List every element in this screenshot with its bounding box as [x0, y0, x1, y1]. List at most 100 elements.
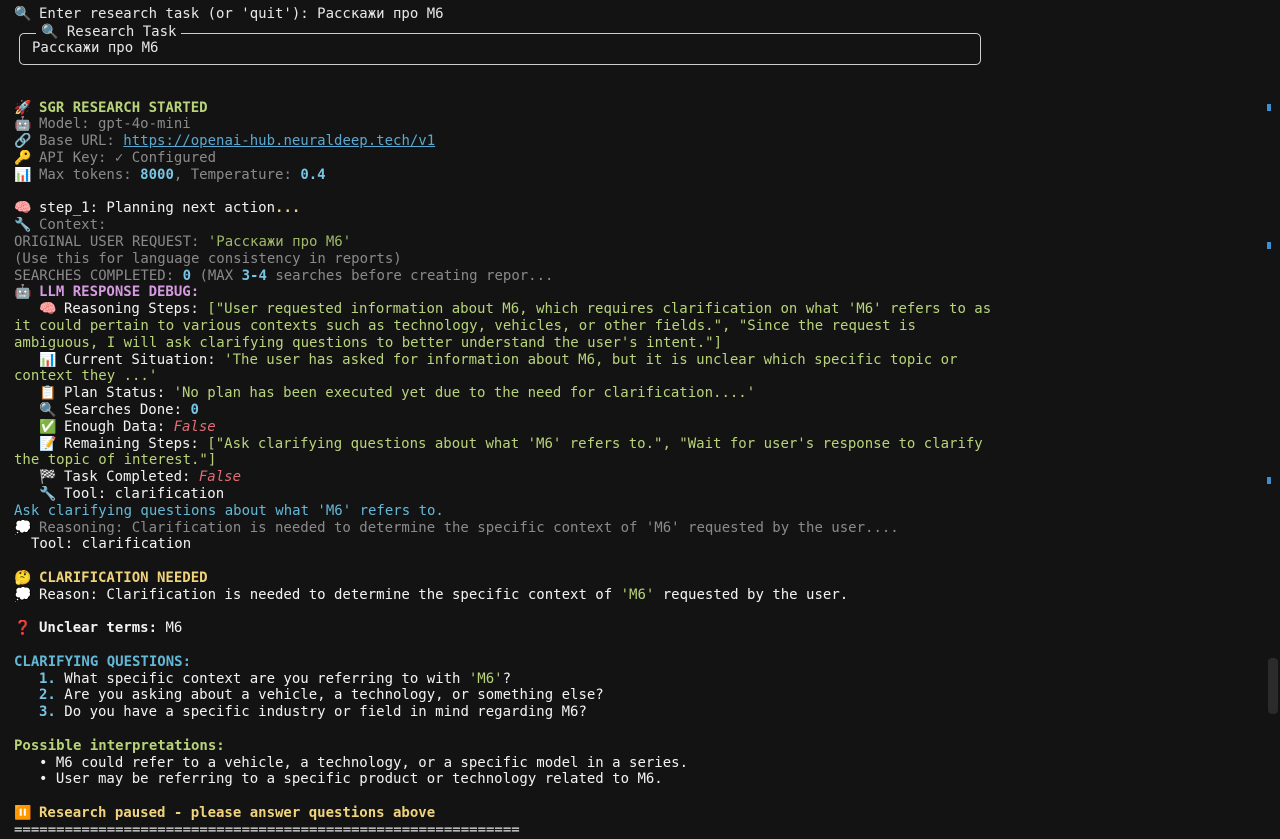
current-situation-value-2: context they ...': [14, 368, 158, 385]
robot-icon: 🤖: [14, 116, 32, 133]
reason-line: 💭 Reason: Clarification is needed to dete…: [14, 587, 1254, 604]
current-situation-label: Current Situation:: [64, 351, 225, 368]
searches-completed-line: SEARCHES COMPLETED: 0 (MAX 3-4 searches …: [14, 268, 1254, 285]
interpretation-item: • User may be referring to a specific pr…: [14, 771, 1254, 788]
task-completed-value: False: [198, 469, 242, 486]
searches-max-label: (MAX: [191, 267, 242, 284]
interpretation-text: • User may be referring to a specific pr…: [39, 771, 663, 788]
scrollbar-thumb[interactable]: [1268, 658, 1278, 714]
pause-icon: ⏸️: [14, 805, 32, 822]
brain-icon: 🧠: [39, 301, 57, 318]
searches-range: 3-4: [241, 267, 267, 284]
brain-icon: 🧠: [14, 200, 32, 217]
checkered-flag-icon: 🏁: [39, 469, 57, 486]
model-text: Model: gpt-4o-mini: [39, 116, 191, 133]
base-url-label: Base URL:: [39, 133, 124, 150]
question-prefix: What specific context are you referring …: [55, 670, 469, 687]
question-suffix: ?: [502, 670, 512, 687]
tool-line: 🔧 Tool: clarification: [14, 486, 1254, 503]
tool-text: Tool: clarification: [64, 485, 225, 502]
step-line: 🧠 step_1: Planning next action...: [14, 200, 1254, 217]
tokens-label: Max tokens:: [39, 166, 141, 183]
clarifying-questions-title: CLARIFYING QUESTIONS:: [14, 653, 192, 670]
memo-icon: 📝: [39, 435, 57, 452]
task-completed-line: 🏁 Task Completed: False: [14, 469, 1254, 486]
scroll-marker: [1267, 477, 1271, 484]
thought-bubble-icon: 💭: [14, 586, 32, 603]
clipboard-icon: 📋: [39, 385, 57, 402]
reason-term: 'M6': [620, 586, 655, 603]
consistency-line: (Use this for language consistency in re…: [14, 250, 402, 267]
interpretation-text: • M6 could refer to a vehicle, a technol…: [39, 754, 689, 771]
unclear-terms-value: M6: [165, 620, 183, 637]
ask-clarifying-line: Ask clarifying questions about what 'M6'…: [14, 502, 444, 519]
searches-completed-label: SEARCHES COMPLETED:: [14, 267, 183, 284]
research-paused-text: Research paused - please answer question…: [39, 805, 436, 822]
thinking-face-icon: 🤔: [14, 569, 32, 586]
reasoning-steps-value-3: ambiguous, I will ask clarifying questio…: [14, 334, 723, 351]
remaining-steps-value-2: the topic of interest."]: [14, 452, 217, 469]
wrench-icon: 🔧: [39, 485, 57, 502]
magnifier-icon: 🔍: [39, 401, 57, 418]
unclear-terms-line: ❓ Unclear terms: M6: [14, 620, 1254, 637]
plan-status-line: 📋 Plan Status: 'No plan has been executed…: [14, 385, 1254, 402]
context-line: 🔧 Context:: [14, 217, 1254, 234]
original-request-label: ORIGINAL USER REQUEST:: [14, 233, 208, 250]
searches-done-value: 0: [190, 401, 199, 418]
question-text: Do you have a specific industry or field…: [55, 704, 587, 721]
question-item: 3. Do you have a specific industry or fi…: [14, 704, 1254, 721]
terminal-output: 🔍 Enter research task (or 'quit'): Расска…: [14, 6, 1254, 839]
plan-status-value: 'No plan has been executed yet due to th…: [173, 385, 756, 402]
api-key-line: 🔑 API Key: ✓ Configured: [14, 150, 1254, 167]
reasoning-steps-value-2: it could pertain to various contexts suc…: [14, 317, 916, 334]
searches-completed-value: 0: [182, 267, 192, 284]
separator-rule: ========================================…: [14, 821, 520, 838]
check-icon: ✅: [39, 418, 57, 435]
enough-data-line: ✅ Enough Data: False: [14, 419, 1254, 436]
robot-icon: 🤖: [14, 284, 32, 301]
base-url-link[interactable]: https://openai-hub.neuraldeep.tech/v1: [123, 133, 435, 149]
question-term: 'M6': [468, 670, 503, 687]
base-url-line: 🔗 Base URL: https://openai-hub.neuraldeep…: [14, 133, 1254, 150]
scroll-marker: [1267, 242, 1271, 249]
searches-done-label: Searches Done:: [64, 401, 191, 418]
question-number: 3.: [39, 704, 56, 721]
wrench-icon: 🔧: [14, 217, 32, 234]
api-key-text: API Key: ✓ Configured: [39, 149, 217, 166]
reasoning-line: 💭 Reasoning: Clarification is needed to d…: [14, 520, 1254, 537]
tool-summary-line: Tool: clarification: [14, 536, 1254, 553]
question-number: 1.: [39, 670, 56, 687]
clarification-title: CLARIFICATION NEEDED: [39, 569, 208, 586]
plan-status-label: Plan Status:: [64, 385, 174, 402]
searches-tail: searches before creating repor...: [266, 267, 554, 284]
step-title: step_1: Planning next action: [39, 200, 276, 217]
panel-body: Расскажи про M6: [32, 39, 159, 56]
research-task-panel: 🔍 Research Task Расскажи про M6: [19, 23, 981, 65]
clarification-header: 🤔 CLARIFICATION NEEDED: [14, 570, 1254, 587]
step-ellipsis: ...: [275, 200, 301, 217]
prompt-line: 🔍 Enter research task (or 'quit'): Расска…: [14, 6, 1254, 23]
reasoning-steps-value-1: ["User requested information about M6, w…: [207, 301, 992, 318]
key-icon: 🔑: [14, 149, 32, 166]
original-request-value: 'Расскажи про M6': [207, 233, 352, 250]
question-item: 1. What specific context are you referri…: [14, 671, 1254, 688]
interpretations-title: Possible interpretations:: [14, 737, 225, 754]
link-icon: 🔗: [14, 133, 32, 150]
reasoning-steps-line: 🧠 Reasoning Steps: ["User requested infor…: [14, 301, 1254, 318]
interpretation-item: • M6 could refer to a vehicle, a technol…: [14, 755, 1254, 772]
rocket-icon: 🚀: [14, 99, 32, 116]
current-situation-value-1: 'The user has asked for information abou…: [224, 351, 958, 368]
unclear-terms-label: Unclear terms:: [39, 620, 166, 637]
enough-data-label: Enough Data:: [64, 418, 174, 435]
reasoning-steps-label: Reasoning Steps:: [64, 301, 208, 318]
tokens-value: 8000: [140, 166, 174, 183]
reason-suffix: requested by the user.: [654, 586, 849, 603]
llm-debug-title: LLM RESPONSE DEBUG:: [39, 284, 200, 301]
scroll-marker: [1267, 104, 1271, 111]
tokens-line: 📊 Max tokens: 8000, Temperature: 0.4: [14, 167, 1254, 184]
task-completed-label: Task Completed:: [64, 469, 199, 486]
chart-icon: 📊: [14, 166, 32, 183]
tool-summary-text: Tool: clarification: [31, 536, 192, 553]
research-started-header: 🚀 SGR RESEARCH STARTED: [14, 100, 1254, 117]
reason-prefix: Reason: Clarification is needed to deter…: [39, 586, 621, 603]
